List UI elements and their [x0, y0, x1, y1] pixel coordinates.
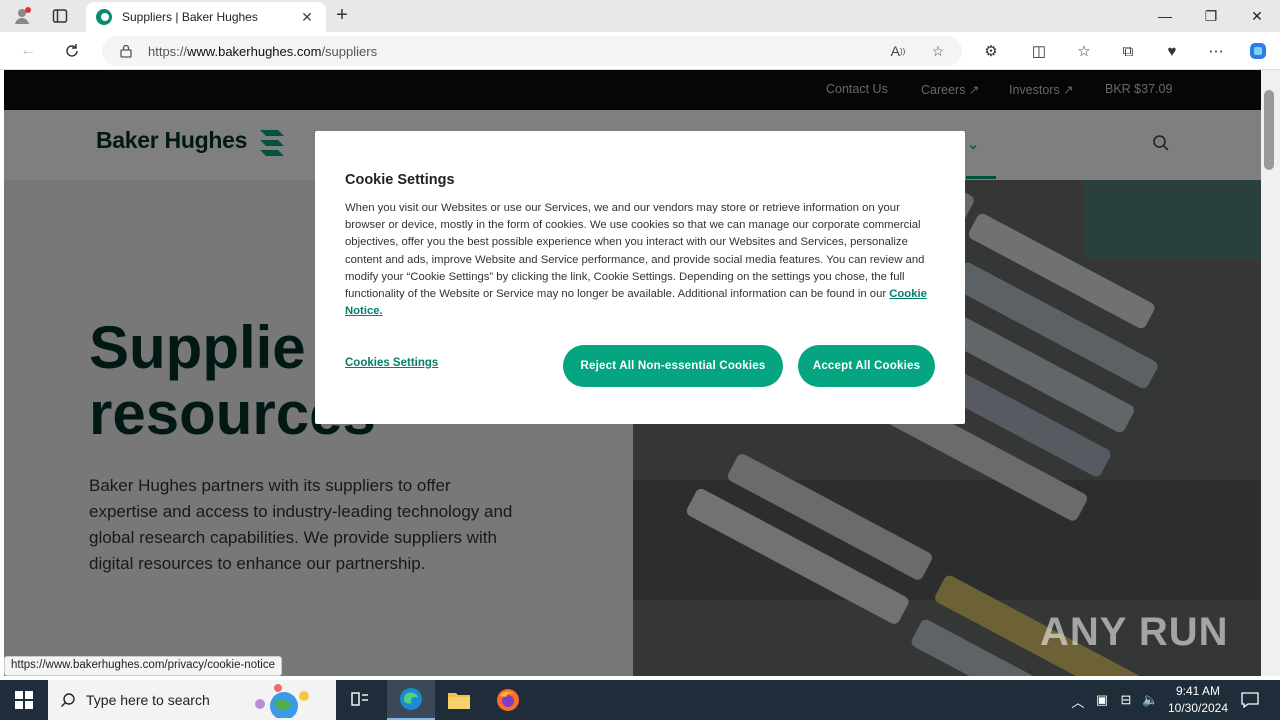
split-screen-icon[interactable]: ◫ — [1025, 38, 1053, 64]
more-options-icon[interactable]: ⋯ — [1202, 38, 1230, 64]
restore-icon[interactable]: ❐ — [1188, 0, 1234, 32]
watermark-logo: ANY RUN — [1040, 610, 1229, 654]
collections-icon[interactable]: ⧉ — [1114, 38, 1142, 64]
cookie-dialog-body: When you visit our Websites or use our S… — [345, 202, 927, 318]
task-view-icon[interactable] — [336, 680, 384, 720]
refresh-icon[interactable] — [58, 38, 86, 64]
lock-icon[interactable] — [120, 44, 132, 58]
tab-title: Suppliers | Baker Hughes — [122, 10, 258, 24]
favorite-star-icon[interactable]: ☆ — [927, 40, 949, 62]
browser-tab-active[interactable]: Suppliers | Baker Hughes ✕ — [86, 2, 326, 32]
file-explorer-icon[interactable] — [435, 680, 483, 720]
close-window-icon[interactable]: ✕ — [1234, 0, 1280, 32]
notifications-icon[interactable] — [1240, 692, 1260, 709]
address-bar[interactable]: https://www.bakerhughes.com/suppliers — [102, 36, 962, 66]
tab-strip: Suppliers | Baker Hughes ✕ + — ❐ ✕ — [0, 0, 1280, 32]
taskbar-search-box[interactable]: Type here to search — [48, 680, 336, 720]
profile-icon[interactable] — [8, 4, 36, 28]
minimize-icon[interactable]: — — [1142, 0, 1188, 32]
tab-actions-icon[interactable] — [46, 4, 74, 28]
site-favicon-icon — [96, 9, 112, 25]
copilot-icon[interactable] — [1244, 38, 1272, 64]
cookie-dialog-title: Cookie Settings — [345, 172, 455, 188]
tab-close-icon[interactable]: ✕ — [298, 9, 316, 26]
search-icon — [61, 693, 75, 707]
volume-icon[interactable]: 🔈 — [1142, 692, 1158, 708]
edge-taskbar-icon[interactable] — [387, 680, 435, 720]
accept-cookies-button[interactable]: Accept All Cookies — [798, 345, 935, 387]
tray-device-icon[interactable]: ▣ — [1094, 692, 1110, 708]
tray-overflow-chevron-icon[interactable]: ︿ — [1070, 692, 1086, 710]
browser-essentials-icon[interactable]: ♥ — [1158, 38, 1186, 64]
reject-cookies-button[interactable]: Reject All Non-essential Cookies — [563, 345, 783, 387]
read-aloud-icon[interactable]: A)) — [887, 40, 909, 62]
cookies-settings-link[interactable]: Cookies Settings — [345, 357, 438, 369]
windows-start-icon[interactable] — [0, 680, 48, 720]
back-icon[interactable]: ← — [14, 38, 42, 64]
scrollbar-thumb[interactable] — [1264, 90, 1274, 170]
browser-toolbar: ← https://www.bakerhughes.com/suppliers … — [0, 32, 1280, 70]
status-bar-url: https://www.bakerhughes.com/privacy/cook… — [4, 656, 282, 676]
extensions-icon[interactable]: ⚙ — [977, 38, 1005, 64]
windows-taskbar: Type here to search ︿ ▣ ⊟ 🔈 9:41 AM 10/3… — [0, 680, 1280, 720]
network-icon[interactable]: ⊟ — [1118, 692, 1134, 708]
favorites-icon[interactable]: ☆ — [1070, 38, 1098, 64]
search-highlight-globe-icon — [254, 684, 309, 718]
taskbar-search-placeholder: Type here to search — [86, 692, 210, 708]
url-text: https://www.bakerhughes.com/suppliers — [148, 43, 378, 59]
new-tab-icon[interactable]: + — [330, 4, 354, 28]
firefox-icon[interactable] — [484, 680, 532, 720]
taskbar-clock[interactable]: 9:41 AM 10/30/2024 — [1160, 683, 1236, 717]
cookie-settings-dialog: Cookie Settings When you visit our Websi… — [315, 131, 965, 424]
